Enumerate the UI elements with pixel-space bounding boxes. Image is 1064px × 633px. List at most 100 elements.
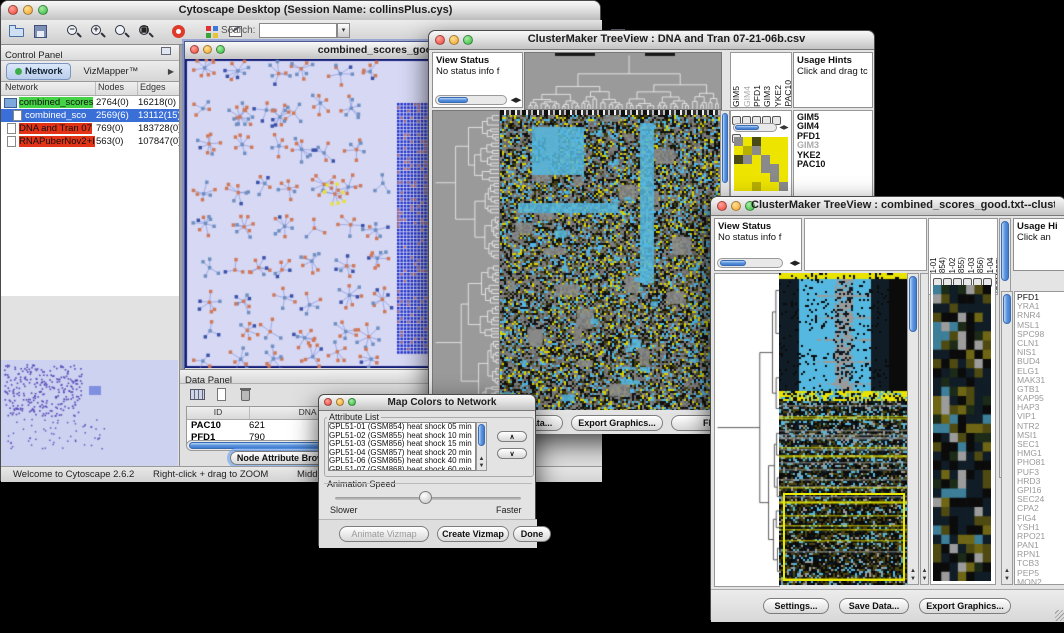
done-button[interactable]: Done [513,526,551,542]
tab-vizmapper[interactable]: VizMapper™ [83,66,138,77]
tv2-row-dendrogram[interactable] [714,273,780,587]
scroll-arrows-icon[interactable]: ◀▶ [777,125,791,131]
scroll-thumb[interactable] [909,276,917,332]
col-header-edges[interactable]: Edges [138,82,179,95]
matrix-cell[interactable] [770,155,779,164]
new-doc-icon[interactable] [213,386,231,404]
scroll-up-icon[interactable]: ▲ [921,568,928,574]
matrix-cell[interactable] [761,164,770,173]
treeview1-titlebar[interactable]: ClusterMaker TreeView : DNA and Tran 07-… [429,31,874,50]
matrix-cell[interactable] [734,146,743,155]
matrix-cell[interactable] [734,182,743,191]
scroll-thumb[interactable] [720,260,746,266]
matrix-cell[interactable] [761,173,770,182]
save-data-button[interactable]: Save Data... [839,598,909,614]
table-icon[interactable] [189,386,207,404]
save-icon[interactable] [32,23,50,41]
tv2-gene-vscrollbar[interactable]: ▲ ▼ [1001,291,1013,585]
tv1-similarity-matrix[interactable] [734,137,788,191]
resize-grip[interactable] [1055,610,1064,621]
minimize-icon[interactable] [23,5,33,15]
matrix-cell[interactable] [779,146,788,155]
close-icon[interactable] [324,398,332,406]
create-vizmap-button[interactable]: Create Vizmap [437,526,509,542]
close-icon[interactable] [190,45,199,54]
open-icon[interactable] [8,23,26,41]
zoom-fit-icon[interactable]: ▣ [137,23,155,41]
minimize-icon[interactable] [336,398,344,406]
search-input[interactable] [259,23,337,38]
matrix-cell[interactable] [779,173,788,182]
matrix-cell[interactable] [779,137,788,146]
tv1-status-hscrollbar[interactable] [435,95,507,105]
speed-slider-thumb[interactable] [419,491,432,504]
animate-vizmap-button[interactable]: Animate Vizmap [339,526,429,542]
attribute-item[interactable]: GPL51-07 (GSM868) heat shock 60 min [329,466,475,471]
scroll-up-icon[interactable]: ▲ [908,568,918,574]
matrix-cell[interactable] [779,182,788,191]
tv1-heatmap[interactable] [500,115,720,410]
matrix-cell[interactable] [743,164,752,173]
tab-overflow-icon[interactable]: ▶ [168,67,174,76]
matrix-cell[interactable] [770,164,779,173]
matrix-cell[interactable] [770,146,779,155]
scroll-down-icon[interactable]: ▼ [1002,576,1012,582]
matrix-cell[interactable] [761,137,770,146]
close-icon[interactable] [8,5,18,15]
dialog-titlebar[interactable]: Map Colors to Network [319,395,535,411]
matrix-cell[interactable] [743,173,752,182]
trash-icon[interactable] [237,386,255,404]
treeview2-titlebar[interactable]: ClusterMaker TreeView : combined_scores_… [711,197,1064,216]
tv2-status-hscrollbar[interactable] [717,258,783,268]
col-header-nodes[interactable]: Nodes [96,82,138,95]
scroll-arrows-icon[interactable]: ◀▶ [509,98,523,104]
matrix-cell[interactable] [779,164,788,173]
tv2-heatmap-vscrollbar[interactable]: ▲ ▼ [907,273,919,585]
zoom-selected-icon[interactable] [113,23,131,41]
gene-label[interactable]: PAC10 [797,160,872,169]
scroll-thumb[interactable] [735,125,759,130]
matrix-cell[interactable] [734,137,743,146]
attribute-list[interactable]: GPL51-01 (GSM854) heat shock 05 minGPL51… [328,422,476,471]
export-graphics-button[interactable]: Export Graphics... [571,415,663,431]
scroll-thumb[interactable] [722,113,728,183]
tv2-column-dendrogram-area[interactable] [804,218,927,271]
matrix-cell[interactable] [752,182,761,191]
scroll-up-icon[interactable]: ▲ [477,456,486,462]
tab-network[interactable]: Network [6,63,71,80]
export-graphics-button[interactable]: Export Graphics... [919,598,1011,614]
tv1-column-dendrogram[interactable] [524,52,722,110]
col-header-network[interactable]: Network [1,82,96,95]
close-icon[interactable] [717,201,727,211]
network-row[interactable]: RNAPuberNov2+I563(0)107847(0) [1,135,179,148]
minimize-icon[interactable] [731,201,741,211]
matrix-cell[interactable] [770,173,779,182]
matrix-cell[interactable] [752,164,761,173]
scroll-down-icon[interactable]: ▼ [477,463,486,469]
scroll-down-icon[interactable]: ▼ [921,576,928,582]
search-dropdown-icon[interactable]: ▾ [337,23,350,38]
matrix-cell[interactable] [752,155,761,164]
gene-label[interactable]: MON2 [1017,578,1064,585]
matrix-cell[interactable] [752,173,761,182]
matrix-cell[interactable] [743,182,752,191]
zoom-window-icon[interactable] [348,398,356,406]
scroll-up-icon[interactable]: ▲ [1002,568,1012,574]
dp-col-id[interactable]: ID [187,407,250,419]
scroll-thumb[interactable] [438,97,468,103]
scroll-thumb[interactable] [478,424,485,446]
settings-button[interactable]: Settings... [763,598,829,614]
matrix-cell[interactable] [743,146,752,155]
heatmap-selection-rect[interactable] [783,493,905,581]
matrix-cell[interactable] [734,164,743,173]
matrix-cell[interactable] [734,173,743,182]
float-panel-icon[interactable] [158,44,176,62]
vizmapper-icon[interactable] [203,23,221,41]
zoom-window-icon[interactable] [216,45,225,54]
minimize-icon[interactable] [203,45,212,54]
network-row[interactable]: combined_scores2764(0)16218(0) [1,96,179,109]
attribute-list-vscrollbar[interactable]: ▲ ▼ [476,422,487,471]
move-up-button[interactable]: ∧ [497,431,527,442]
network-row[interactable]: combined_sco2569(6)13112(15) [1,109,179,122]
matrix-cell[interactable] [779,155,788,164]
